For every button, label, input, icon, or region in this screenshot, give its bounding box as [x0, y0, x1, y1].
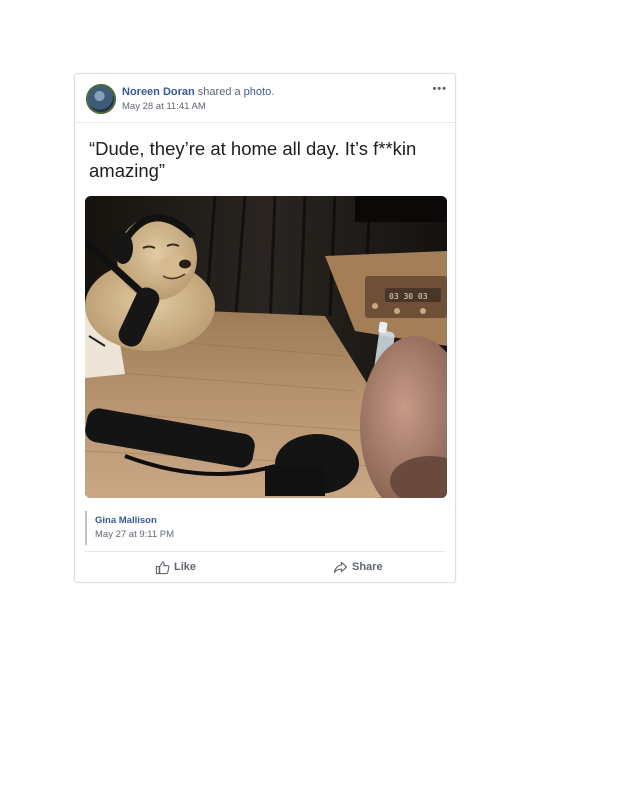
author-line: Noreen Doran shared a photo. [122, 86, 274, 98]
more-dots-icon[interactable]: ••• [432, 83, 447, 95]
author-avatar[interactable] [86, 84, 116, 114]
clock-display: 03 30 03 [389, 292, 428, 301]
like-button[interactable]: Like [155, 557, 196, 577]
photo-link[interactable]: photo [244, 86, 272, 98]
trailing-period: . [271, 86, 275, 98]
action-text: shared a [194, 86, 244, 98]
like-label: Like [174, 561, 197, 573]
podcast-dog-photo: 03 30 03 [85, 196, 447, 498]
actions-divider [85, 551, 445, 552]
post-card: Noreen Doran shared a photo. May 28 at 1… [74, 73, 456, 583]
shared-from-name[interactable]: Gina Mallison [95, 515, 445, 526]
author-name[interactable]: Noreen Doran [122, 86, 195, 98]
post-timestamp[interactable]: May 28 at 11:41 AM [122, 101, 206, 112]
post-photo[interactable]: 03 30 03 [85, 196, 447, 498]
share-arrow-icon [333, 561, 348, 573]
post-header: Noreen Doran shared a photo. May 28 at 1… [75, 74, 455, 123]
thumbs-up-icon [155, 560, 170, 574]
share-button[interactable]: Share [333, 557, 383, 577]
shared-from: Gina Mallison May 27 at 9:11 PM [85, 511, 445, 545]
share-label: Share [352, 561, 383, 573]
shared-from-timestamp[interactable]: May 27 at 9:11 PM [95, 529, 445, 540]
post-caption: “Dude, they’re at home all day. It’s f**… [89, 138, 417, 181]
post-actions: Like Share [75, 555, 455, 579]
